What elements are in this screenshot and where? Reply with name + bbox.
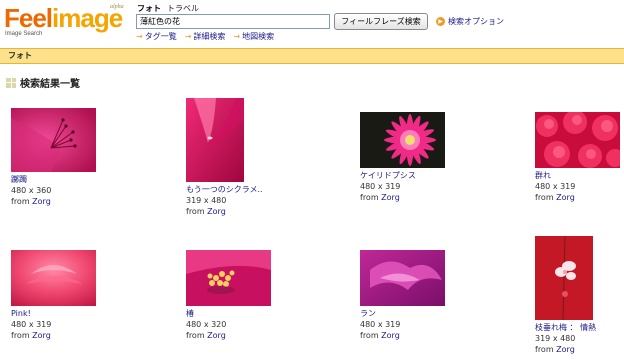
map-search-link[interactable]: → 地図検索	[233, 31, 274, 42]
result-caption: もう一つのシクラメ.. 319 x 480 from Zorg	[186, 184, 263, 217]
result-size: 480 x 319	[360, 320, 401, 329]
result-author-link[interactable]: Zorg	[32, 331, 51, 340]
category-bar: フォト	[0, 48, 624, 64]
result-title-link[interactable]: 椿	[186, 308, 226, 319]
result-size: 480 x 319	[535, 182, 576, 191]
grid-icon	[6, 77, 16, 88]
from-prefix: from	[360, 331, 379, 340]
feel-phrase-search-button[interactable]: フィールフレーズ検索	[334, 13, 428, 30]
logo-subtitle: Image Search	[5, 31, 43, 37]
result-author-link[interactable]: Zorg	[381, 331, 400, 340]
results-heading: 検索結果一覧	[6, 75, 80, 90]
result-caption: 躑躅 480 x 360 from Zorg	[11, 174, 51, 207]
search-options-link[interactable]: ▶ 検索オプション	[436, 16, 504, 27]
thumbnail-camellia[interactable]	[186, 250, 271, 306]
result-caption: 群れ 480 x 319 from Zorg	[535, 170, 575, 203]
result-caption: 枝垂れ梅 ： 情熱 319 x 480 from Zorg	[535, 322, 596, 355]
search-input[interactable]	[136, 14, 330, 29]
result-size: 480 x 319	[360, 182, 401, 191]
result-size: 480 x 320	[186, 320, 227, 329]
result-title-link[interactable]: ケイリドプシス	[360, 170, 416, 181]
result-from: from Zorg	[360, 192, 416, 203]
result-from: from Zorg	[535, 192, 575, 203]
sub-navigation: → タグ一覧 → 詳細検索 → 地図検索	[136, 31, 274, 42]
thumbnail-weeping-plum[interactable]	[535, 236, 593, 320]
result-size: 319 x 480	[186, 196, 227, 205]
thumbnail-cyclamen[interactable]	[186, 98, 244, 182]
result-from: from Zorg	[11, 196, 51, 207]
from-prefix: from	[360, 193, 379, 202]
results-heading-label: 検索結果一覧	[20, 79, 80, 90]
result-author-link[interactable]: Zorg	[556, 345, 575, 354]
map-search-label: 地図検索	[242, 32, 275, 41]
result-from: from Zorg	[360, 330, 400, 341]
tag-list-label: タグ一覧	[144, 32, 177, 41]
from-prefix: from	[186, 331, 205, 340]
result-caption: 椿 480 x 320 from Zorg	[186, 308, 226, 341]
logo-wordmark: Feelimage	[4, 3, 123, 33]
thumbnail-cheiridopsis[interactable]	[360, 112, 445, 168]
result-caption: ラン 480 x 319 from Zorg	[360, 308, 400, 341]
result-title-link[interactable]: Pink!	[11, 308, 51, 319]
feelimage-logo[interactable]: Feelimage Image Search alpha	[4, 4, 132, 38]
advanced-search-link[interactable]: → 詳細検索	[185, 31, 226, 42]
thumbnail-pink-rose[interactable]	[11, 250, 96, 306]
result-title-link[interactable]: 群れ	[535, 170, 575, 181]
tab-travel[interactable]: トラベル	[167, 3, 199, 14]
result-author-link[interactable]: Zorg	[32, 197, 51, 206]
search-type-tabs: フォト トラベル	[137, 3, 199, 14]
options-icon: ▶	[436, 17, 445, 26]
result-author-link[interactable]: Zorg	[556, 193, 575, 202]
thumbnail-azalea[interactable]	[11, 108, 96, 172]
result-author-link[interactable]: Zorg	[207, 207, 226, 216]
search-options-label: 検索オプション	[448, 17, 504, 26]
result-title-link[interactable]: 躑躅	[11, 174, 51, 185]
thumbnail-orchid[interactable]	[360, 250, 445, 306]
result-size: 480 x 319	[11, 320, 52, 329]
from-prefix: from	[11, 331, 30, 340]
result-title-link[interactable]: 枝垂れ梅 ： 情熱	[535, 322, 596, 333]
arrow-right-icon: →	[233, 32, 241, 41]
tab-photo[interactable]: フォト	[137, 3, 161, 14]
logo-alpha-badge: alpha	[110, 4, 124, 10]
result-author-link[interactable]: Zorg	[381, 193, 400, 202]
result-title-link[interactable]: ラン	[360, 308, 400, 319]
result-from: from Zorg	[186, 330, 226, 341]
result-author-link[interactable]: Zorg	[207, 331, 226, 340]
from-prefix: from	[535, 193, 554, 202]
from-prefix: from	[11, 197, 30, 206]
result-title-link[interactable]: もう一つのシクラメ..	[186, 184, 263, 195]
result-size: 319 x 480	[535, 334, 576, 343]
arrow-right-icon: →	[136, 32, 143, 41]
result-size: 480 x 360	[11, 186, 52, 195]
result-from: from Zorg	[186, 206, 263, 217]
arrow-right-icon: →	[184, 32, 192, 41]
result-from: from Zorg	[11, 330, 51, 341]
from-prefix: from	[186, 207, 205, 216]
from-prefix: from	[535, 345, 554, 354]
tag-list-link[interactable]: → タグ一覧	[136, 31, 177, 42]
result-from: from Zorg	[535, 344, 596, 355]
thumbnail-flock[interactable]	[535, 112, 620, 168]
result-caption: ケイリドプシス 480 x 319 from Zorg	[360, 170, 416, 203]
result-caption: Pink! 480 x 319 from Zorg	[11, 308, 51, 341]
advanced-search-label: 詳細検索	[193, 32, 226, 41]
